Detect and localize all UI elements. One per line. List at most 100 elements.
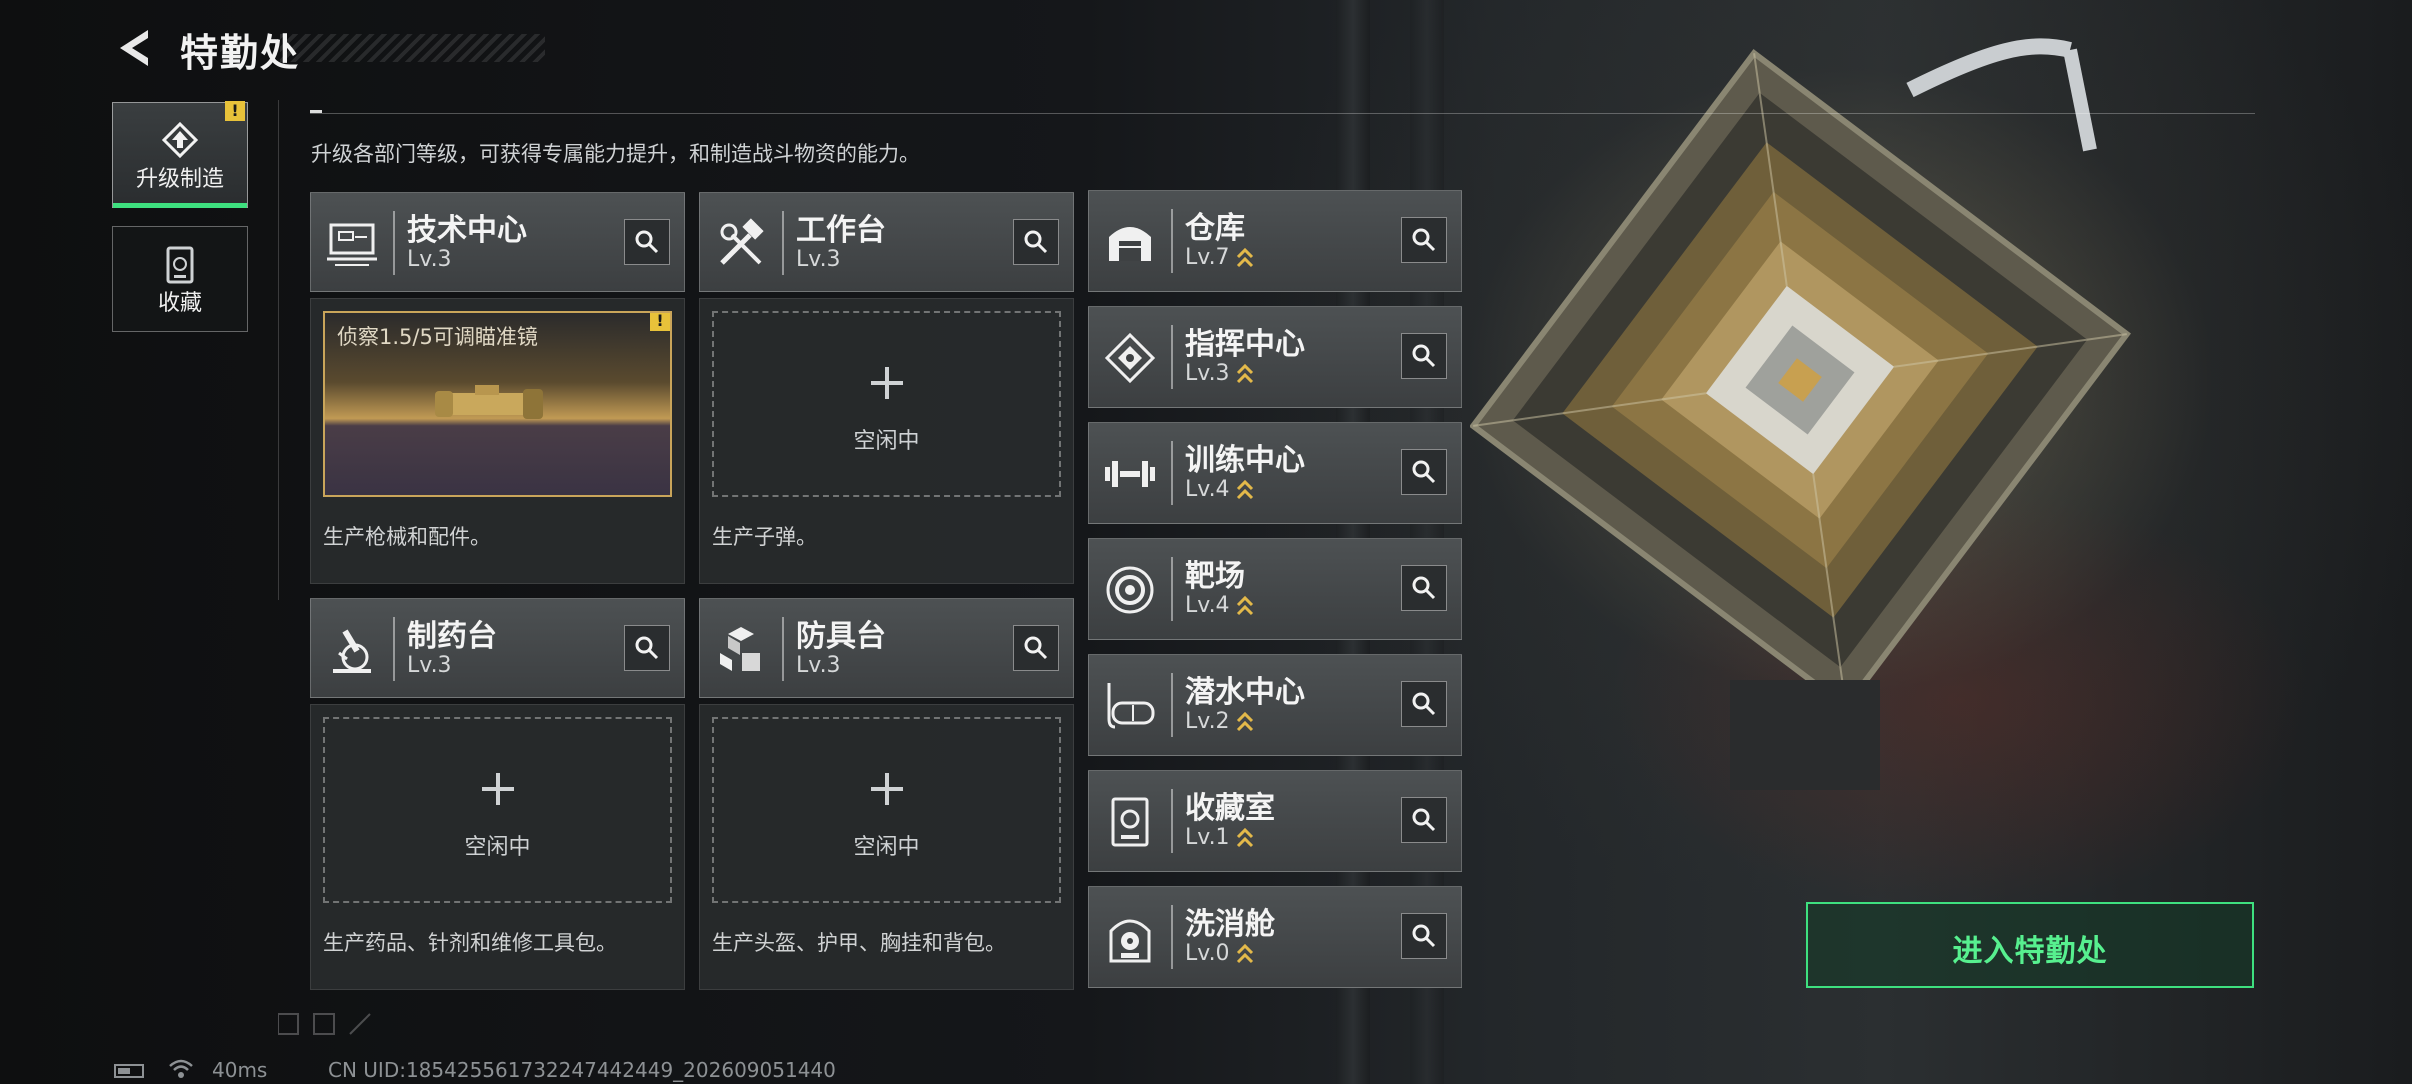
plus-icon — [870, 367, 903, 399]
header-separator — [1171, 905, 1173, 969]
collection-icon — [166, 246, 194, 284]
search-button[interactable] — [1401, 449, 1447, 495]
plus-icon — [481, 773, 514, 805]
card-body: 空闲中 生产头盔、护甲、胸挂和背包。 — [699, 704, 1074, 990]
facility-row-shooting-range[interactable]: 靶场 Lv.4 — [1088, 538, 1462, 640]
rule-marker — [310, 110, 322, 113]
header-separator — [782, 211, 784, 275]
header-separator — [393, 617, 395, 681]
microscope-icon — [333, 629, 371, 673]
card-body: 空闲中 生产子弹。 — [699, 298, 1074, 584]
search-icon — [635, 230, 659, 254]
header-separator — [782, 617, 784, 681]
search-icon — [635, 636, 659, 660]
search-icon — [1412, 344, 1436, 368]
card-tech-center: 技术中心 Lv.3 侦察1.5/5可调瞄准镜 ! 生产枪械和配件。 — [310, 192, 685, 584]
production-item-name: 侦察1.5/5可调瞄准镜 — [337, 325, 538, 349]
facility-level-text: Lv.0 — [1185, 941, 1230, 966]
tab-upgrade-craft[interactable]: 升级制造 ! — [112, 101, 248, 208]
card-body: 空闲中 生产药品、针剂和维修工具包。 — [310, 704, 685, 990]
department-description: 生产子弹。 — [712, 525, 817, 549]
divider — [278, 100, 279, 600]
target-icon — [1106, 566, 1154, 614]
card-armor-bench: 防具台 Lv.3 空闲中 生产头盔、护甲、胸挂和背包。 — [699, 598, 1074, 990]
search-icon — [1412, 692, 1436, 716]
production-slot-empty[interactable]: 空闲中 — [712, 717, 1061, 903]
search-button[interactable] — [1401, 681, 1447, 727]
search-button[interactable] — [624, 219, 670, 265]
alert-badge: ! — [650, 313, 670, 331]
tools-icon — [720, 218, 764, 265]
facility-level: Lv.4 — [1185, 593, 1254, 618]
facility-row-decontamination[interactable]: 洗消舱 Lv.0 — [1088, 886, 1462, 988]
upgrade-chevron-icon — [1236, 827, 1253, 848]
search-button[interactable] — [624, 625, 670, 671]
back-arrow-icon[interactable] — [112, 26, 156, 70]
department-description: 生产枪械和配件。 — [323, 525, 491, 549]
facility-row-command-center[interactable]: 指挥中心 Lv.3 — [1088, 306, 1462, 408]
tab-collection-label: 收藏 — [157, 291, 202, 316]
enter-special-ops-button[interactable]: 进入特勤处 — [1806, 902, 2254, 988]
user-id: CN UID:185425561732247442449_20260905144… — [328, 1058, 836, 1082]
facility-level: Lv.0 — [1185, 941, 1254, 966]
facility-level-text: Lv.2 — [1185, 709, 1230, 734]
facility-level: Lv.2 — [1185, 709, 1254, 734]
wifi-icon — [169, 1059, 193, 1078]
production-slot-empty[interactable]: 空闲中 — [323, 717, 672, 903]
facility-level: Lv.1 — [1185, 825, 1254, 850]
department-name: 防具台 — [796, 619, 886, 654]
search-icon — [1412, 808, 1436, 832]
card-header[interactable]: 制药台 Lv.3 — [310, 598, 685, 698]
search-button[interactable] — [1013, 219, 1059, 265]
facility-name: 洗消舱 — [1185, 907, 1275, 942]
warehouse-icon — [1109, 227, 1151, 261]
page-subtitle: 升级各部门等级，可获得专属能力提升，和制造战斗物资的能力。 — [311, 142, 920, 166]
facility-row-collection-room[interactable]: 收藏室 Lv.1 — [1088, 770, 1462, 872]
header-separator — [1171, 557, 1173, 621]
department-description: 生产药品、针剂和维修工具包。 — [323, 931, 617, 955]
facility-level-text: Lv.4 — [1185, 593, 1230, 618]
facility-level-text: Lv.1 — [1185, 825, 1230, 850]
scope-item-icon — [435, 385, 543, 419]
department-level: Lv.3 — [796, 653, 841, 678]
facility-row-training-center[interactable]: 训练中心 Lv.4 — [1088, 422, 1462, 524]
tab-upgrade-craft-label: 升级制造 — [135, 167, 224, 192]
upgrade-chevron-icon — [1236, 247, 1253, 268]
facility-level-text: Lv.3 — [1185, 361, 1230, 386]
search-button[interactable] — [1401, 565, 1447, 611]
header-rule — [310, 113, 2255, 114]
plus-icon — [870, 773, 903, 805]
department-name: 技术中心 — [407, 213, 527, 248]
search-button[interactable] — [1401, 913, 1447, 959]
card-header[interactable]: 防具台 Lv.3 — [699, 598, 1074, 698]
search-button[interactable] — [1401, 797, 1447, 843]
search-button[interactable] — [1013, 625, 1059, 671]
facility-name: 靶场 — [1185, 559, 1245, 594]
decontamination-icon — [1109, 919, 1151, 963]
title-decoration — [280, 34, 545, 62]
facility-row-warehouse[interactable]: 仓库 Lv.7 — [1088, 190, 1462, 292]
boxes-icon — [720, 627, 760, 671]
upgrade-chevron-icon — [1236, 363, 1253, 384]
facility-row-diving-center[interactable]: 潜水中心 Lv.2 — [1088, 654, 1462, 756]
production-slot-empty[interactable]: 空闲中 — [712, 311, 1061, 497]
battery-icon — [114, 1064, 144, 1078]
alert-badge: ! — [225, 101, 245, 121]
workstation-icon — [327, 223, 377, 266]
command-icon — [1104, 332, 1156, 384]
card-header[interactable]: 技术中心 Lv.3 — [310, 192, 685, 292]
search-icon — [1412, 576, 1436, 600]
search-icon — [1412, 460, 1436, 484]
facility-level: Lv.4 — [1185, 477, 1254, 502]
department-level: Lv.3 — [796, 247, 841, 272]
production-slot-busy[interactable]: 侦察1.5/5可调瞄准镜 ! — [323, 311, 672, 497]
card-header[interactable]: 工作台 Lv.3 — [699, 192, 1074, 292]
card-body: 侦察1.5/5可调瞄准镜 ! 生产枪械和配件。 — [310, 298, 685, 584]
tab-collection[interactable]: 收藏 — [112, 226, 248, 332]
facility-level: Lv.7 — [1185, 245, 1254, 270]
search-icon — [1024, 636, 1048, 660]
upgrade-chevron-icon — [1236, 711, 1253, 732]
facility-level-text: Lv.7 — [1185, 245, 1230, 270]
search-button[interactable] — [1401, 333, 1447, 379]
search-button[interactable] — [1401, 217, 1447, 263]
